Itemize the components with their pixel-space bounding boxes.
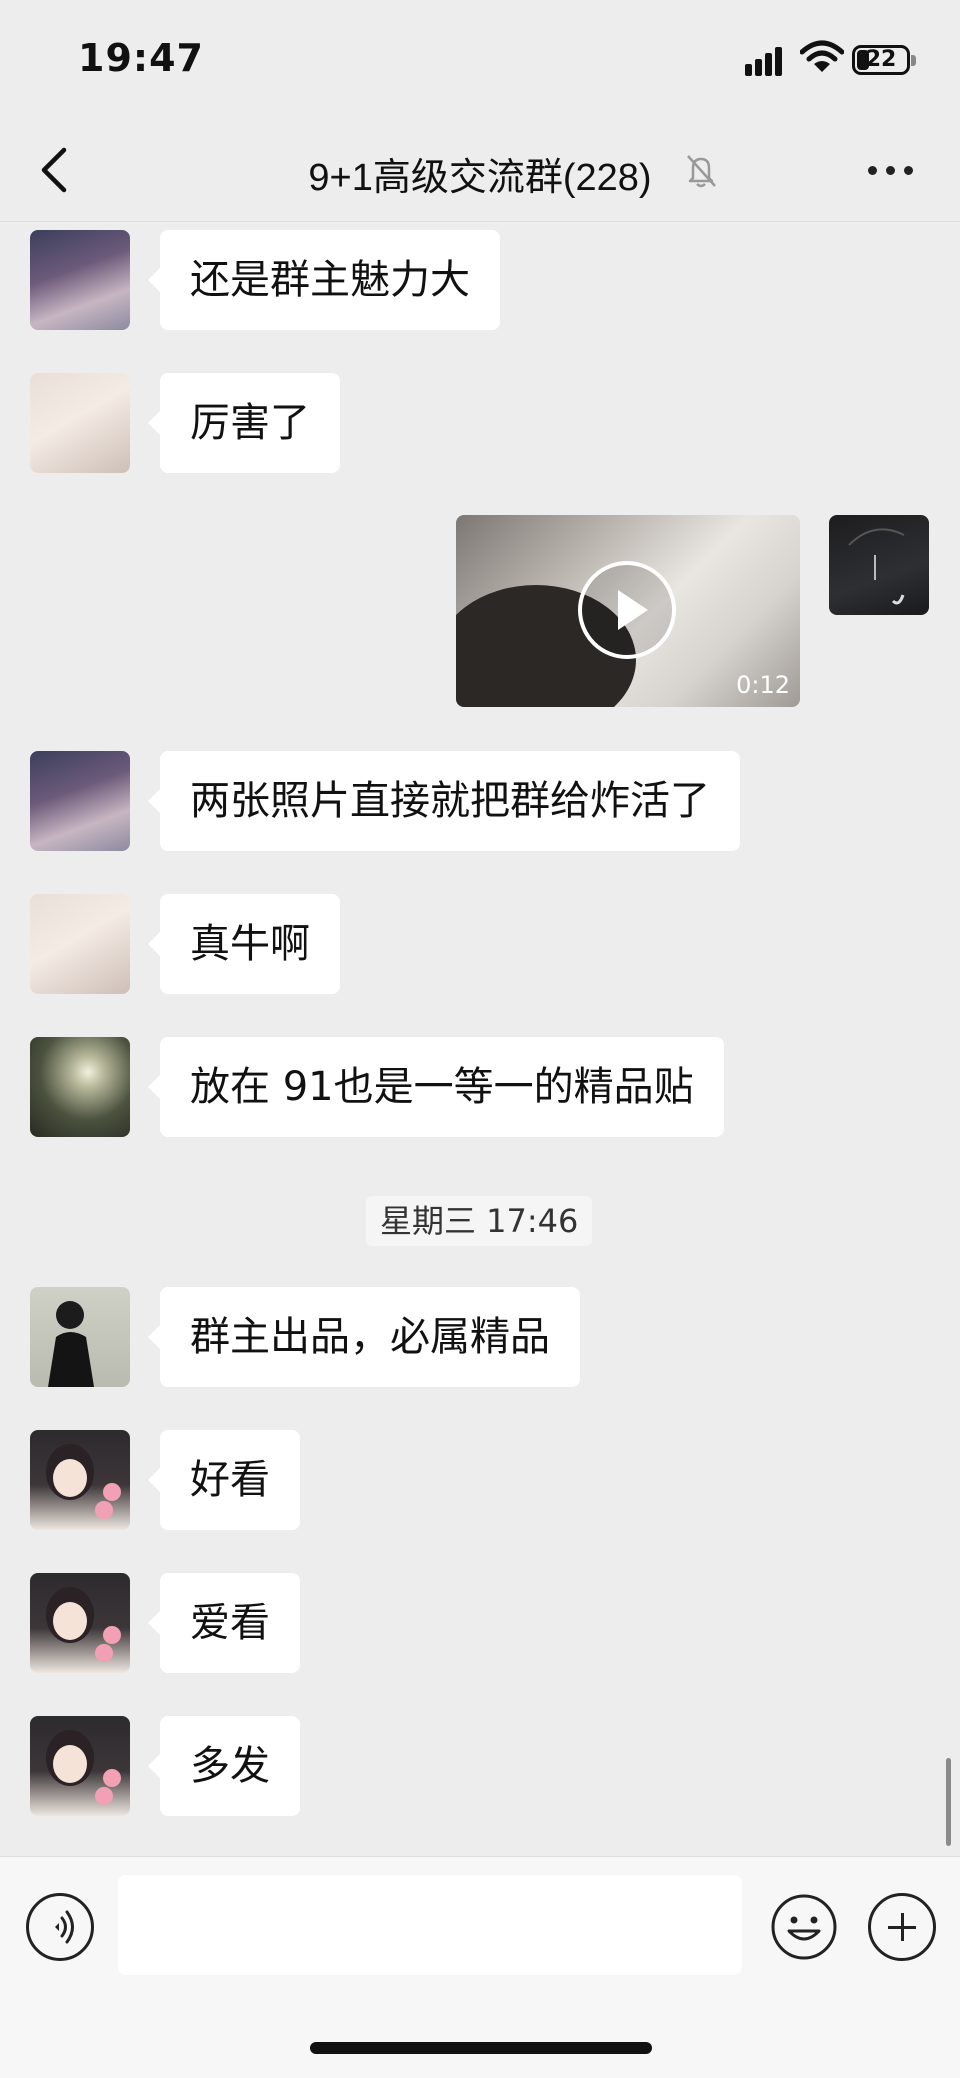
chat-message-list[interactable]: 还是群主魅力大 厉害了 0:12 两张照片直接就把群给炸活了 真牛啊 放在 91… bbox=[0, 222, 960, 1856]
voice-icon[interactable] bbox=[26, 1893, 94, 1961]
message-bubble[interactable]: 群主出品，必属精品 bbox=[148, 1287, 580, 1387]
time-divider: 星期三 17:46 bbox=[366, 1196, 593, 1246]
message-input[interactable] bbox=[118, 1875, 742, 1975]
avatar[interactable] bbox=[30, 1716, 130, 1816]
message-bubble[interactable]: 放在 91也是一等一的精品贴 bbox=[148, 1037, 724, 1137]
status-time: 19:47 bbox=[78, 36, 204, 80]
message-bubble[interactable]: 真牛啊 bbox=[148, 894, 340, 994]
play-icon[interactable] bbox=[578, 561, 676, 659]
battery-icon: 22 bbox=[852, 45, 910, 75]
self-avatar[interactable] bbox=[829, 515, 929, 615]
emoji-icon[interactable] bbox=[770, 1893, 838, 1961]
avatar-figure bbox=[46, 1587, 121, 1662]
plus-icon[interactable] bbox=[868, 1893, 936, 1961]
message-bubble[interactable]: 多发 bbox=[148, 1716, 300, 1816]
message-bubble[interactable]: 爱看 bbox=[148, 1573, 300, 1673]
message-bubble[interactable]: 两张照片直接就把群给炸活了 bbox=[148, 751, 740, 851]
message-bubble[interactable]: 厉害了 bbox=[148, 373, 340, 473]
message-bubble[interactable]: 还是群主魅力大 bbox=[148, 230, 500, 330]
status-bar: 19:47 22 bbox=[0, 0, 960, 120]
signal-icon bbox=[745, 46, 787, 76]
more-icon[interactable] bbox=[866, 156, 916, 186]
video-duration: 0:12 bbox=[736, 671, 790, 699]
battery-cap bbox=[911, 55, 916, 66]
avatar[interactable] bbox=[30, 894, 130, 994]
wifi-icon bbox=[800, 40, 844, 72]
nav-bar: 9+1高级交流群(228) bbox=[0, 120, 960, 222]
bell-muted-icon bbox=[687, 155, 716, 188]
avatar[interactable] bbox=[30, 1430, 130, 1530]
avatar[interactable] bbox=[30, 230, 130, 330]
avatar-figure bbox=[48, 1301, 94, 1387]
chat-title[interactable]: 9+1高级交流群(228) bbox=[0, 146, 960, 201]
voice-wave-icon bbox=[55, 1910, 74, 1944]
message-bubble[interactable]: 好看 bbox=[148, 1430, 300, 1530]
home-indicator[interactable] bbox=[310, 2042, 652, 2054]
avatar[interactable] bbox=[30, 1573, 130, 1673]
video-message[interactable]: 0:12 bbox=[456, 515, 800, 707]
umbrella-icon bbox=[848, 528, 905, 605]
avatar-figure bbox=[46, 1444, 121, 1519]
avatar[interactable] bbox=[30, 751, 130, 851]
avatar[interactable] bbox=[30, 1287, 130, 1387]
avatar[interactable] bbox=[30, 1037, 130, 1137]
battery-level: 22 bbox=[865, 47, 897, 72]
scrollbar[interactable] bbox=[946, 1758, 951, 1846]
avatar-figure bbox=[46, 1730, 121, 1805]
avatar[interactable] bbox=[30, 373, 130, 473]
